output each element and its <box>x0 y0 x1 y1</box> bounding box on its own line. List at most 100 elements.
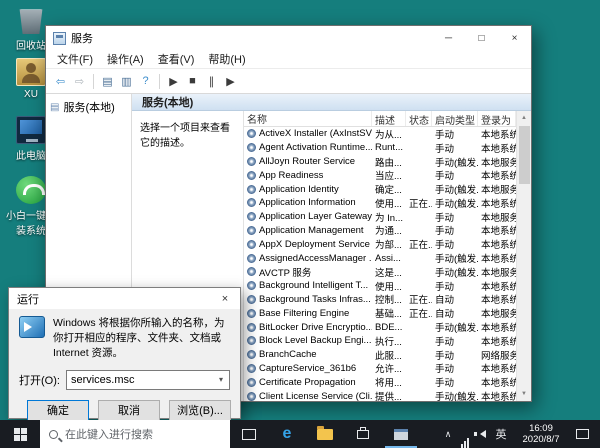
scrollbar-thumb[interactable] <box>518 126 530 184</box>
maximize-button[interactable]: □ <box>465 26 498 50</box>
menu-item[interactable]: 文件(F) <box>50 51 100 67</box>
service-name: AssignedAccessManager ... <box>259 252 372 264</box>
table-row[interactable]: AVCTP 服务 这是... 手动(触发... 本地服务 <box>244 265 516 279</box>
open-combobox[interactable]: services.msc ▾ <box>65 369 230 390</box>
toolbar: ⇦ ⇨ ▤ ▥ ? ▶ ■ ∥ ▶ <box>46 69 531 94</box>
table-row[interactable]: AppX Deployment Service (... 为部... 正在...… <box>244 237 516 251</box>
service-gear-icon <box>247 198 256 208</box>
clock-time: 16:09 <box>529 423 553 434</box>
column-header-description[interactable]: 描述 <box>372 111 406 126</box>
forward-icon[interactable]: ⇨ <box>70 72 89 91</box>
table-row[interactable]: CaptureService_361b6 允许... 手动 本地系统 <box>244 362 516 375</box>
help-icon[interactable]: ? <box>136 72 155 91</box>
column-header-logon-as[interactable]: 登录为 <box>478 111 516 126</box>
table-row[interactable]: Application Identity 确定... 手动(触发... 本地服务 <box>244 182 516 196</box>
table-row[interactable]: AllJoyn Router Service 路由... 手动(触发... 本地… <box>244 155 516 169</box>
table-row[interactable]: App Readiness 当应... 手动 本地系统 <box>244 168 516 182</box>
services-titlebar[interactable]: 服务 ─ □ × <box>46 26 531 50</box>
close-button[interactable]: × <box>498 26 531 50</box>
column-header-status[interactable]: 状态 <box>406 111 432 126</box>
start-button[interactable] <box>0 420 40 448</box>
table-row[interactable]: Background Intelligent T... 使用... 手动 本地系… <box>244 279 516 293</box>
service-startup-type: 手动 <box>435 226 455 238</box>
file-explorer-button[interactable] <box>306 420 344 448</box>
service-description: 提供... <box>375 392 402 401</box>
table-row[interactable]: Application Layer Gateway ... 为 In... 手动… <box>244 210 516 224</box>
restart-service-icon[interactable]: ▶ <box>221 72 240 91</box>
table-row[interactable]: Application Management 为通... 手动 本地系统 <box>244 224 516 238</box>
taskbar-clock[interactable]: 16:09 2020/8/7 <box>513 420 569 448</box>
taskbar-search-input[interactable]: 在此键入进行搜索 <box>40 420 230 448</box>
browse-button[interactable]: 浏览(B)... <box>169 399 231 421</box>
run-dialog-titlebar[interactable]: 运行 × <box>9 288 240 309</box>
open-label: 打开(O): <box>19 374 60 387</box>
vertical-scrollbar[interactable]: ▲ ▼ <box>516 111 531 401</box>
network-icon[interactable] <box>457 420 473 448</box>
tree-item-services-local[interactable]: ▤ 服务(本地) <box>46 97 131 117</box>
chevron-down-icon[interactable]: ▾ <box>213 375 229 384</box>
export-list-icon[interactable]: ▥ <box>117 72 136 91</box>
service-description: 为 In... <box>375 212 403 224</box>
service-description: 控制... <box>375 295 402 307</box>
service-description: 使用... <box>375 281 402 293</box>
stop-service-icon[interactable]: ■ <box>183 72 202 91</box>
service-gear-icon <box>247 281 256 291</box>
action-center-button[interactable] <box>569 420 595 448</box>
table-row[interactable]: Base Filtering Engine 基础... 正在... 自动 本地服… <box>244 306 516 320</box>
service-name: Application Management <box>259 224 364 236</box>
table-row[interactable]: Certificate Propagation 将用... 手动 本地系统 <box>244 375 516 389</box>
service-description: 确定... <box>375 185 402 197</box>
input-method-indicator[interactable]: 英 <box>489 420 513 448</box>
column-header-startup-type[interactable]: 启动类型 <box>432 111 478 126</box>
back-icon[interactable]: ⇦ <box>51 72 70 91</box>
show-console-tree-icon[interactable]: ▤ <box>98 72 117 91</box>
table-row[interactable]: Block Level Backup Engi... 执行... 手动 本地系统 <box>244 334 516 348</box>
cancel-button[interactable]: 取消 <box>98 399 160 421</box>
service-startup-type: 手动(触发... <box>435 392 478 401</box>
service-logon-as: 本地系统 <box>481 336 516 348</box>
table-row[interactable]: Background Tasks Infras... 控制... 正在... 自… <box>244 293 516 307</box>
computer-icon <box>16 116 46 144</box>
service-description: 执行... <box>375 336 402 348</box>
service-gear-icon <box>247 143 256 153</box>
service-gear-icon <box>247 253 256 263</box>
menu-item[interactable]: 帮助(H) <box>201 51 252 67</box>
open-combobox-value: services.msc <box>70 373 135 386</box>
console-node-icon: ▤ <box>50 101 60 113</box>
recycle-bin-icon <box>19 9 43 34</box>
services-taskbar-button[interactable] <box>382 420 420 448</box>
scroll-down-icon[interactable]: ▼ <box>517 387 531 401</box>
table-row[interactable]: Client License Service (Cli... 提供... 手动(… <box>244 389 516 401</box>
table-row[interactable]: AssignedAccessManager ... Assi... 手动(触发.… <box>244 251 516 265</box>
table-row[interactable]: Agent Activation Runtime... Runt... 手动 本… <box>244 141 516 155</box>
task-view-icon <box>242 428 256 440</box>
table-row[interactable]: ActiveX Installer (AxInstSV) 为从... 手动 本地… <box>244 127 516 141</box>
service-startup-type: 手动(触发... <box>435 254 478 266</box>
close-icon[interactable]: × <box>210 288 240 309</box>
ok-button[interactable]: 确定 <box>27 399 89 421</box>
volume-icon[interactable] <box>473 420 489 448</box>
edge-button[interactable]: e <box>268 420 306 448</box>
service-startup-type: 手动(触发... <box>435 267 478 279</box>
task-view-button[interactable] <box>230 420 268 448</box>
service-gear-icon <box>247 156 256 166</box>
column-header-name[interactable]: 名称 <box>244 111 372 126</box>
menu-item[interactable]: 操作(A) <box>100 51 151 67</box>
run-dialog-title: 运行 <box>17 293 39 306</box>
menu-item[interactable]: 查看(V) <box>151 51 202 67</box>
tray-chevron-up-icon[interactable]: ∧ <box>439 420 457 448</box>
service-gear-icon <box>247 239 256 249</box>
tree-item-label: 服务(本地) <box>63 102 115 114</box>
service-name: AppX Deployment Service (... <box>259 238 372 250</box>
table-row[interactable]: Application Information 使用... 正在... 手动(触… <box>244 196 516 210</box>
service-name: Application Identity <box>259 183 339 195</box>
store-button[interactable] <box>344 420 382 448</box>
table-row[interactable]: BranchCache 此服... 手动 网络服务 <box>244 348 516 362</box>
minimize-button[interactable]: ─ <box>432 26 465 50</box>
table-row[interactable]: BitLocker Drive Encryptio... BDE... 手动(触… <box>244 320 516 334</box>
scroll-up-icon[interactable]: ▲ <box>517 111 531 125</box>
start-service-icon[interactable]: ▶ <box>164 72 183 91</box>
service-logon-as: 本地服务 <box>481 185 516 197</box>
pause-service-icon[interactable]: ∥ <box>202 72 221 91</box>
action-center-icon <box>575 429 589 439</box>
